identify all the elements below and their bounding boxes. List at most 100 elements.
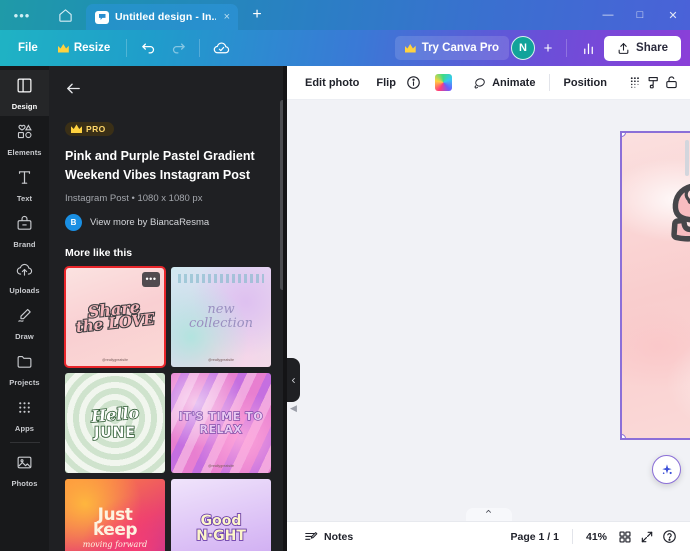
- cloud-saved-icon[interactable]: [207, 36, 235, 60]
- close-tab-icon[interactable]: ×: [222, 11, 232, 23]
- site-handle-text[interactable]: @reallygreatsite: [622, 383, 690, 394]
- crown-icon: [404, 43, 416, 53]
- help-icon[interactable]: [658, 527, 680, 547]
- thumb-line1: Hello: [89, 402, 140, 427]
- template-details-panel: PRO Pink and Purple Pastel Gradient Week…: [49, 66, 287, 551]
- lock-icon[interactable]: [664, 72, 679, 94]
- thumbnail-art: Just keep moving forward: [65, 478, 165, 551]
- author-label: View more by BiancaResma: [90, 216, 210, 228]
- color-swatch[interactable]: [435, 72, 452, 94]
- author-link[interactable]: B View more by BiancaResma: [65, 213, 271, 231]
- pro-badge: PRO: [65, 121, 114, 136]
- share-button[interactable]: Share: [604, 35, 681, 61]
- sidebar-item-elements[interactable]: Elements: [0, 116, 49, 162]
- browser-menu-button[interactable]: •••: [0, 0, 44, 30]
- sidebar-label: Elements: [7, 148, 42, 157]
- sidebar-label: Text: [16, 194, 33, 203]
- sparkle-glyph: [661, 463, 672, 474]
- template-thumbnail-new-collection[interactable]: new collection @reallygreatsite: [171, 266, 271, 367]
- zoom-level[interactable]: 41%: [579, 527, 614, 547]
- sidebar-item-design[interactable]: Design: [0, 70, 49, 116]
- thumb-line3: moving forward: [82, 539, 148, 549]
- try-canva-pro-button[interactable]: Try Canva Pro: [394, 36, 510, 60]
- decor-strip: [178, 273, 264, 283]
- sidebar-item-apps[interactable]: Apps: [0, 392, 49, 438]
- home-icon[interactable]: [44, 0, 86, 30]
- info-icon[interactable]: [406, 72, 421, 94]
- redo-icon[interactable]: [164, 36, 192, 60]
- transparency-dots: [630, 77, 639, 88]
- template-thumbnail-good-night[interactable]: Good N·GHT @reallygreatsite: [171, 478, 271, 551]
- canvas-scrollbar[interactable]: [685, 140, 689, 176]
- thumb-handle: @reallygreatsite: [207, 357, 235, 362]
- maximize-button[interactable]: □: [624, 0, 656, 30]
- animate-button[interactable]: Animate: [466, 71, 542, 95]
- sidebar-item-uploads[interactable]: Uploads: [0, 254, 49, 300]
- sidebar-item-text[interactable]: Text: [0, 162, 49, 208]
- sidebar-label: Photos: [11, 479, 38, 488]
- try-pro-label: Try Canva Pro: [421, 42, 500, 54]
- page-tools: [620, 110, 690, 126]
- thumb-line1: Good: [200, 513, 243, 529]
- fullscreen-icon[interactable]: [636, 527, 658, 547]
- animate-icon: [474, 77, 485, 88]
- elements-icon: [16, 123, 33, 145]
- page-title: Pink and Purple Pastel Gradient Weekend …: [65, 149, 255, 182]
- notes-label: Notes: [324, 530, 354, 543]
- projects-icon: [16, 353, 33, 375]
- template-thumbnail-its-time-to-relax[interactable]: IT'S TIME TO RELAX @reallygreatsite: [171, 372, 271, 473]
- edit-photo-button[interactable]: Edit photo: [298, 72, 366, 94]
- share-the-love-artwork[interactable]: Share the LOVE: [622, 147, 690, 332]
- position-button[interactable]: Position: [557, 72, 614, 94]
- collapse-canvas-handle[interactable]: [465, 508, 512, 521]
- grid-view-icon[interactable]: [614, 527, 636, 547]
- back-arrow-icon[interactable]: [65, 80, 82, 102]
- sidebar-label: Uploads: [9, 286, 40, 295]
- upload-icon: [618, 42, 629, 54]
- editor-menu-bar: File Resize Try Canva Pro N + Share: [0, 30, 690, 66]
- thumb-line1: new: [207, 301, 235, 317]
- divider: [126, 39, 128, 57]
- notes-button[interactable]: Notes: [297, 526, 360, 548]
- uploads-icon: [16, 261, 33, 283]
- sidebar-item-projects[interactable]: Projects: [0, 346, 49, 392]
- thumbnail-art: IT'S TIME TO RELAX: [171, 372, 271, 473]
- editor-body: Design Elements Text Brand Uploads Draw …: [0, 66, 690, 551]
- sidebar-item-draw[interactable]: Draw: [0, 300, 49, 346]
- add-member-button[interactable]: +: [537, 40, 559, 57]
- divider: [199, 39, 201, 57]
- template-thumbnail-hello-june[interactable]: Hello JUNE: [65, 372, 165, 473]
- color-swatch-chip: [435, 74, 452, 91]
- copy-style-icon[interactable]: [646, 72, 661, 94]
- template-thumbnail-share-the-love[interactable]: Share the LOVE @reallygreatsite •••: [64, 265, 166, 368]
- page-indicator[interactable]: Page 1 / 1: [504, 527, 566, 547]
- resize-handle-bottom-left[interactable]: [622, 434, 626, 438]
- magic-sparkle-icon[interactable]: [652, 455, 681, 484]
- tab-title: Untitled design - In...: [115, 11, 216, 23]
- canva-favicon: [95, 10, 109, 24]
- thumb-line2: JUNE: [93, 424, 136, 442]
- share-label: Share: [636, 42, 668, 54]
- collapse-panel-handle[interactable]: [287, 358, 300, 402]
- divider: [9, 442, 40, 443]
- close-window-button[interactable]: ✕: [656, 0, 690, 30]
- minimize-button[interactable]: —: [592, 0, 624, 30]
- undo-icon[interactable]: [134, 36, 162, 60]
- file-menu[interactable]: File: [9, 37, 47, 59]
- thumb-line2: RELAX: [199, 422, 243, 436]
- draw-icon: [16, 307, 33, 329]
- new-tab-button[interactable]: +: [238, 0, 276, 30]
- flip-button[interactable]: Flip: [369, 72, 403, 94]
- template-thumbnail-just-keep-moving-forward[interactable]: Just keep moving forward: [65, 478, 165, 551]
- sidebar-item-brand[interactable]: Brand: [0, 208, 49, 254]
- insights-icon[interactable]: [574, 36, 602, 60]
- thumb-handle: @reallygreatsite: [101, 357, 129, 362]
- design-canvas[interactable]: Share the LOVE @reallygreatsite: [620, 131, 690, 440]
- resize-button[interactable]: Resize: [49, 37, 119, 59]
- avatar[interactable]: N: [511, 36, 536, 60]
- thumbnail-more-button[interactable]: •••: [142, 271, 160, 287]
- transparency-icon[interactable]: [628, 72, 643, 94]
- canvas-left-arrow-icon[interactable]: ◀: [290, 403, 297, 414]
- browser-tab[interactable]: Untitled design - In... ×: [86, 4, 238, 30]
- sidebar-item-photos[interactable]: Photos: [0, 447, 49, 493]
